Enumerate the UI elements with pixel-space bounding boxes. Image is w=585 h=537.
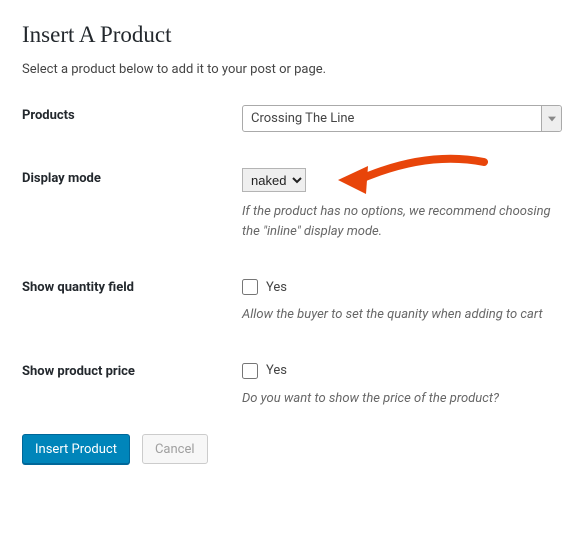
annotation-arrow-icon [334, 154, 494, 208]
show-quantity-hint: Allow the buyer to set the quanity when … [242, 305, 562, 325]
row-show-quantity: Show quantity field Yes Allow the buyer … [22, 277, 563, 325]
display-mode-select[interactable]: naked [242, 168, 306, 192]
insert-product-button[interactable]: Insert Product [22, 434, 130, 464]
products-label: Products [22, 108, 75, 123]
show-quantity-label: Show quantity field [22, 280, 134, 295]
products-selected-value: Crossing The Line [251, 111, 354, 126]
show-price-checkbox[interactable] [242, 363, 258, 379]
display-mode-label: Display mode [22, 171, 101, 186]
show-price-hint: Do you want to show the price of the pro… [242, 389, 562, 409]
row-show-price: Show product price Yes Do you want to sh… [22, 361, 563, 409]
cancel-button[interactable]: Cancel [142, 434, 208, 464]
show-price-option-label: Yes [266, 363, 287, 378]
page-subtitle: Select a product below to add it to your… [22, 62, 563, 77]
show-price-label: Show product price [22, 364, 135, 379]
products-select[interactable]: Crossing The Line [242, 105, 562, 132]
button-row: Insert Product Cancel [22, 434, 563, 464]
row-display-mode: Display mode naked If the product has no… [22, 168, 563, 241]
page-title: Insert A Product [22, 22, 563, 48]
row-products: Products Crossing The Line [22, 105, 563, 132]
display-mode-hint: If the product has no options, we recomm… [242, 202, 562, 241]
chevron-down-icon [541, 106, 561, 131]
show-quantity-checkbox[interactable] [242, 279, 258, 295]
show-quantity-option-label: Yes [266, 280, 287, 295]
